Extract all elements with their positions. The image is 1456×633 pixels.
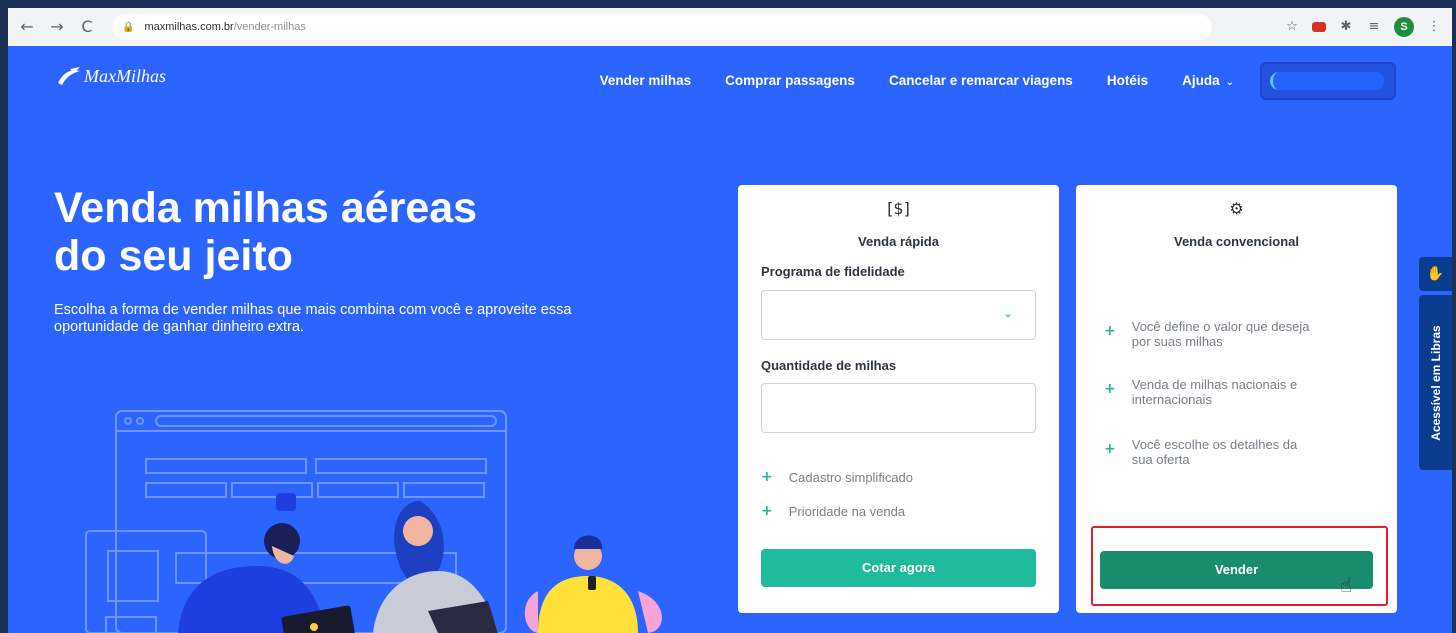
- lock-icon: 🔒: [122, 21, 135, 33]
- quick-feature-item: + Prioridade na venda: [761, 503, 906, 520]
- plus-icon: +: [1104, 381, 1116, 397]
- logo-plane-icon: [58, 66, 80, 85]
- feature-line: internacionais: [1131, 392, 1212, 407]
- reload-icon[interactable]: C: [76, 16, 98, 38]
- puzzle-extension-icon[interactable]: ✱: [1338, 19, 1354, 35]
- hero-title-line2: do seu jeito: [54, 232, 293, 280]
- back-arrow-icon[interactable]: ←: [16, 16, 38, 38]
- feature-line: sua oferta: [1131, 452, 1190, 467]
- feature-line: Você escolhe os detalhes da: [1131, 437, 1298, 452]
- quick-feature-text: Cadastro simplificado: [788, 470, 914, 485]
- record-extension-icon[interactable]: [1312, 22, 1326, 32]
- quick-feature-item: + Cadastro simplificado: [761, 469, 914, 486]
- nav-hoteis[interactable]: Hotéis: [1107, 73, 1148, 88]
- chevron-down-icon: ⌄: [1225, 77, 1234, 88]
- top-navigation: Vender milhas Comprar passagens Cancelar…: [600, 73, 1234, 88]
- conventional-feature-text: Você define o valor que deseja por suas m…: [1132, 319, 1310, 349]
- nav-vender-milhas[interactable]: Vender milhas: [600, 73, 692, 88]
- url-domain: maxmilhas.com.br: [144, 21, 234, 33]
- plus-icon: +: [761, 469, 773, 485]
- miles-quantity-label: Quantidade de milhas: [761, 358, 897, 373]
- conventional-feature-item: + Você define o valor que deseja por suas…: [1104, 319, 1310, 349]
- feature-line: Você define o valor que deseja: [1131, 319, 1310, 334]
- loyalty-program-label: Programa de fidelidade: [761, 264, 905, 279]
- logo-text: MaxMilhas: [84, 66, 166, 86]
- plus-icon: +: [761, 503, 773, 519]
- hero-subtitle: Escolha a forma de vender milhas que mai…: [54, 302, 572, 335]
- nav-ajuda-label: Ajuda: [1182, 73, 1220, 88]
- gear-icon: ⚙: [1229, 199, 1244, 218]
- logo[interactable]: MaxMilhas: [56, 66, 166, 87]
- miles-quantity-input[interactable]: [761, 383, 1036, 433]
- plus-icon: +: [1104, 323, 1116, 339]
- nav-ajuda[interactable]: Ajuda ⌄: [1182, 73, 1234, 88]
- page: MaxMilhas Vender milhas Comprar passagen…: [8, 46, 1452, 633]
- conventional-sale-card: ⚙ Venda convencional + Você define o val…: [1076, 185, 1397, 613]
- login-inner: [1270, 72, 1384, 90]
- conventional-feature-text: Venda de milhas nacionais e internacionai…: [1132, 377, 1298, 407]
- conventional-sale-title: Venda convencional: [1174, 234, 1299, 249]
- quick-sale-card: [$] Venda rápida Programa de fidelidade …: [738, 185, 1059, 613]
- hand-cursor-icon: ☝: [1340, 573, 1353, 597]
- forward-arrow-icon[interactable]: →: [46, 16, 68, 38]
- star-icon[interactable]: ☆: [1284, 19, 1300, 35]
- hero-title-line1: Venda milhas aéreas: [54, 184, 478, 232]
- people-illustration: [85, 410, 662, 633]
- money-icon: [$]: [887, 199, 910, 218]
- extension-group: ☆ ✱ ≡ S ⋮: [1284, 17, 1442, 37]
- url-path: /vender-milhas: [233, 21, 306, 33]
- hero-title: Venda milhas aéreas do seu jeito: [54, 184, 614, 280]
- vender-button[interactable]: Vender: [1100, 551, 1373, 589]
- quick-sale-title: Venda rápida: [858, 234, 939, 249]
- feature-line: por suas milhas: [1131, 334, 1223, 349]
- quick-feature-text: Prioridade na venda: [788, 504, 906, 519]
- address-bar[interactable]: 🔒 maxmilhas.com.br/vender-milhas: [112, 14, 1212, 40]
- feature-line: Venda de milhas nacionais e: [1131, 377, 1298, 392]
- profile-avatar[interactable]: S: [1394, 17, 1414, 37]
- url-text: maxmilhas.com.br/vender-milhas: [144, 21, 305, 33]
- loyalty-program-select[interactable]: ⌄: [761, 290, 1036, 340]
- chevron-down-icon: ⌄: [1002, 306, 1013, 320]
- nav-cancelar-remarcar[interactable]: Cancelar e remarcar viagens: [889, 73, 1073, 88]
- browser-toolbar: ← → C 🔒 maxmilhas.com.br/vender-milhas ☆…: [8, 8, 1452, 46]
- cotar-agora-button[interactable]: Cotar agora: [761, 549, 1036, 587]
- menu-dots-icon[interactable]: ⋮: [1426, 19, 1442, 35]
- libras-accessibility-tab[interactable]: Acessível em Libras: [1419, 295, 1452, 470]
- conventional-feature-text: Você escolhe os detalhes da sua oferta: [1132, 437, 1298, 467]
- hand-sign-icon[interactable]: ✋: [1419, 257, 1452, 291]
- conventional-feature-item: + Você escolhe os detalhes da sua oferta: [1104, 437, 1297, 467]
- login-button[interactable]: [1260, 62, 1396, 100]
- plus-icon: +: [1104, 441, 1116, 457]
- reading-list-icon[interactable]: ≡: [1366, 19, 1382, 35]
- conventional-feature-item: + Venda de milhas nacionais e internacion…: [1104, 377, 1297, 407]
- libras-label: Acessível em Libras: [1428, 324, 1443, 441]
- nav-comprar-passagens[interactable]: Comprar passagens: [725, 73, 855, 88]
